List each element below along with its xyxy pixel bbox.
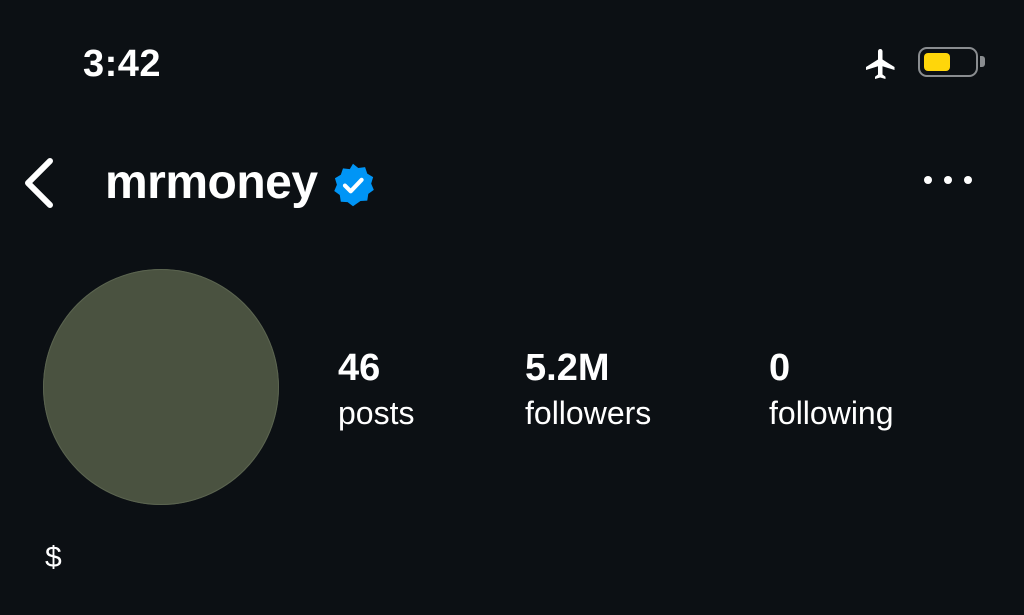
- more-dot: [924, 176, 932, 184]
- posts-count: 46: [338, 347, 381, 389]
- profile-username: mrmoney: [105, 156, 318, 209]
- followers-stat[interactable]: 5.2M followers: [525, 345, 651, 435]
- profile-header: mrmoney: [105, 153, 376, 213]
- posts-stat[interactable]: 46 posts: [338, 345, 414, 435]
- following-count: 0: [769, 347, 791, 389]
- following-label: following: [769, 395, 894, 431]
- followers-count: 5.2M: [525, 347, 610, 389]
- avatar[interactable]: [43, 269, 279, 505]
- more-options-button[interactable]: [920, 165, 976, 195]
- chevron-left-icon[interactable]: [20, 155, 60, 211]
- more-dot: [964, 176, 972, 184]
- posts-label: posts: [338, 395, 415, 431]
- battery-level-fill: [924, 53, 951, 71]
- verified-badge-icon: [333, 163, 374, 207]
- battery-cap: [980, 56, 985, 67]
- more-dot: [944, 176, 952, 184]
- profile-bio: $: [45, 541, 62, 574]
- status-time: 3:42: [83, 43, 162, 85]
- followers-label: followers: [525, 395, 652, 431]
- following-stat[interactable]: 0 following: [769, 345, 894, 435]
- airplane-mode-icon: [866, 49, 895, 79]
- battery-icon: [918, 47, 978, 77]
